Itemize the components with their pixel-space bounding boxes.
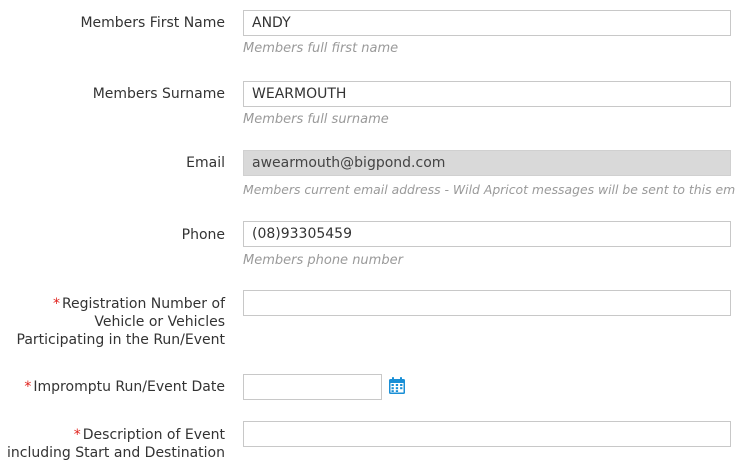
- phone-help: Members phone number: [243, 253, 403, 268]
- required-marker: *: [24, 379, 32, 395]
- email-help: Members current email address - Wild Apr…: [243, 182, 735, 197]
- required-marker: *: [52, 296, 60, 312]
- first-name-help: Members full first name: [243, 41, 399, 56]
- registration-label: * Registration Number of Vehicle or Vehic…: [0, 295, 225, 349]
- description-label-line2: including Start and Destination: [7, 445, 225, 461]
- registration-label-line2: Vehicle or Vehicles: [94, 314, 225, 330]
- surname-field[interactable]: WEARMOUTH: [243, 81, 731, 107]
- description-field[interactable]: [243, 421, 731, 447]
- description-label-line1: * Description of Event: [73, 427, 225, 443]
- required-marker: *: [73, 427, 81, 443]
- email-field: awearmouth@bigpond.com: [243, 150, 731, 176]
- registration-label-line3: Participating in the Run/Event: [16, 332, 225, 348]
- registration-field[interactable]: [243, 290, 731, 316]
- member-form: Members First Name ANDY Members full fir…: [0, 0, 735, 463]
- event-date-label: * Impromptu Run/Event Date: [24, 379, 225, 395]
- first-name-field[interactable]: ANDY: [243, 10, 731, 36]
- email-label: Email: [186, 155, 225, 171]
- surname-label: Members Surname: [92, 86, 225, 102]
- first-name-label: Members First Name: [80, 15, 225, 31]
- surname-help: Members full surname: [243, 112, 389, 127]
- description-label: * Description of Event including Start an…: [0, 426, 225, 462]
- phone-field[interactable]: (08)93305459: [243, 221, 731, 247]
- calendar-icon[interactable]: [387, 376, 407, 396]
- registration-label-line1: * Registration Number of: [52, 296, 225, 312]
- phone-label: Phone: [181, 227, 225, 243]
- event-date-field[interactable]: [243, 374, 382, 400]
